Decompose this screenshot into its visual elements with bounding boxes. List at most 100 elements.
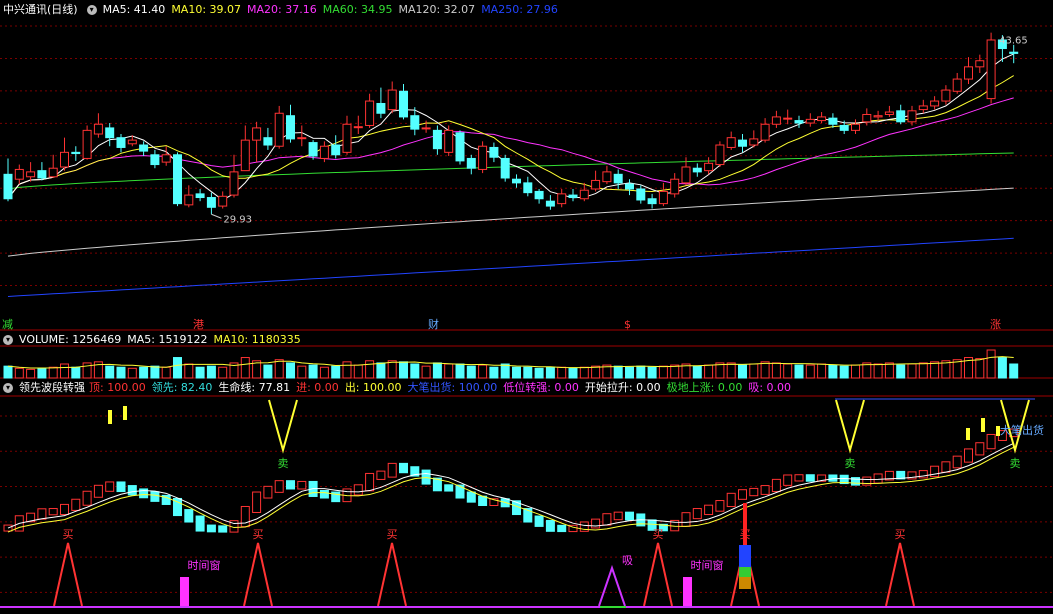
candle-body (884, 111, 894, 115)
candle-body (489, 146, 499, 158)
candle-29 (331, 135, 341, 159)
candle-body (545, 200, 555, 207)
candle-26 (297, 125, 307, 147)
candle-body (557, 193, 567, 205)
candle-body (512, 178, 521, 184)
indicator-bar-63 (715, 500, 725, 512)
candle-14 (161, 146, 171, 166)
candle-body (399, 90, 408, 118)
candle-54 (613, 169, 623, 189)
candle-body (421, 127, 431, 130)
indicator-bar-53 (602, 513, 612, 526)
candle-body (749, 138, 759, 146)
indicator-field-9: 吸: 0.00 (748, 381, 792, 394)
volume-bar-30 (342, 361, 352, 379)
candle-67 (760, 118, 770, 143)
candle-body (625, 183, 634, 190)
candle-49 (557, 188, 567, 208)
indicator-bar-66 (749, 487, 759, 497)
candle-body (93, 123, 103, 135)
indicator-bar-83 (941, 461, 951, 473)
candle-body (658, 190, 668, 205)
indicator-bar-69 (783, 474, 793, 486)
indicator-header: ▾ 领先波段转强 顶: 100.00 领先: 82.40 生命线: 77.81 进: 0.… (0, 380, 803, 396)
volume-bar-19 (218, 366, 228, 379)
candle-52 (591, 170, 601, 192)
event-marker-3: $ (624, 318, 631, 331)
volume-bar-6 (71, 366, 81, 379)
candle-body (466, 157, 476, 169)
volume-ma5: MA5: 1519122 (127, 333, 208, 346)
indicator-bar-13 (150, 491, 160, 502)
candle-7 (82, 125, 92, 160)
candle-1 (14, 164, 24, 185)
volume-bar-62 (704, 364, 714, 379)
indicator-bar-24 (274, 480, 284, 493)
candle-59 (670, 173, 680, 198)
volume-bar-87 (986, 349, 996, 379)
candle-body (704, 162, 714, 172)
candle-body (817, 116, 827, 122)
ma-label-3: MA60: 34.95 (322, 3, 393, 16)
low-pointer (211, 213, 222, 219)
candle-body (839, 124, 849, 131)
candle-10 (116, 134, 126, 153)
volume-bar-42 (478, 364, 488, 379)
candle-19 (218, 191, 228, 209)
candle-body (602, 171, 612, 183)
volume-bar-78 (884, 362, 894, 379)
volume-bar-31 (353, 364, 363, 379)
indicator-bar-23 (263, 485, 273, 499)
volume-bar-43 (489, 366, 499, 379)
settings-icon[interactable]: ▾ (86, 5, 97, 15)
volume-bar-65 (738, 364, 747, 379)
candle-body (647, 198, 657, 205)
indicator-bar-87 (986, 433, 996, 450)
lead-curve (7, 446, 1014, 533)
volume-bar-45 (512, 366, 521, 379)
volume-settings-icon[interactable]: ▾ (3, 335, 13, 345)
indicator-bar-84 (952, 455, 962, 469)
indicator-field-8: 极地上涨: 0.00 (666, 381, 743, 394)
candle-body (365, 100, 375, 126)
volume-bar-71 (805, 364, 815, 379)
indicator-settings-icon[interactable]: ▾ (3, 383, 13, 393)
volume-bar-47 (534, 367, 544, 379)
ma5-line (7, 53, 1014, 201)
volume-bar-27 (308, 364, 318, 379)
volume-bar-59 (670, 364, 680, 379)
buy-label-2: 买 (387, 528, 398, 541)
indicator-bar-62 (704, 504, 714, 516)
volume-bar-36 (410, 363, 420, 379)
candle-89 (1009, 44, 1019, 64)
volume-bar-39 (444, 363, 454, 379)
volume-bar-11 (127, 367, 137, 379)
candle-75 (851, 119, 860, 135)
candle-body (930, 100, 940, 107)
time-window-2-label: 时间窗 (691, 558, 724, 572)
volume-bar-46 (523, 366, 533, 379)
candle-21 (240, 125, 250, 172)
volume-bar-34 (387, 360, 397, 379)
indicator-bar-65 (738, 489, 747, 500)
ma-labels: MA5: 41.40 MA10: 39.07 MA20: 37.16 MA60: 34… (103, 3, 564, 16)
candle-body (410, 115, 420, 130)
indicator-field-1: 领先: 82.40 (151, 381, 213, 394)
indicator-bar-8 (93, 484, 103, 498)
candle-61 (692, 163, 702, 177)
indicator-field-2: 生命线: 77.81 (218, 381, 291, 394)
indicator-bar-70 (794, 474, 804, 482)
candle-body (240, 139, 250, 172)
candle-23 (263, 127, 273, 150)
candle-body (353, 126, 363, 129)
candle-body (139, 144, 149, 152)
indicator-field-7: 开始拉升: 0.00 (584, 381, 661, 394)
volume-bar-88 (997, 357, 1007, 379)
candle-3 (37, 162, 47, 181)
candle-body (319, 145, 329, 159)
candle-44 (500, 154, 510, 182)
candle-body (862, 113, 872, 123)
volume-ma10: MA10: 1180335 (213, 333, 301, 346)
candle-body (851, 123, 860, 131)
candle-body (636, 188, 646, 201)
